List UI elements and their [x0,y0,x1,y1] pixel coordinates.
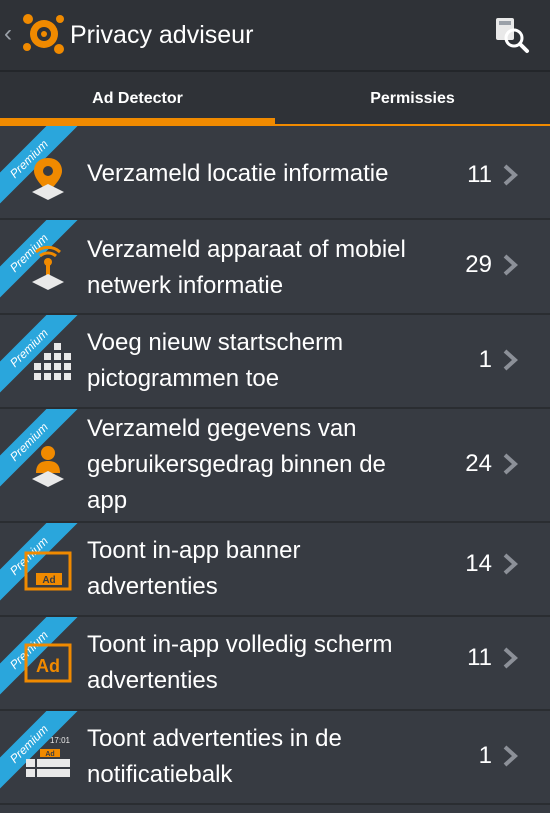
list-item[interactable]: Premium Ad Toont in-app volledig scherm … [0,617,550,711]
item-count: 11 [467,644,492,671]
item-count: 24 [465,450,492,477]
chevron-right-icon [503,349,518,371]
page-title: Privacy adviseur [70,21,254,49]
item-count: 29 [465,251,492,278]
location-pin-icon [32,158,64,200]
svg-text:Ad: Ad [36,656,60,676]
item-label: Toont in-app volledig scherm advertentie… [87,631,393,694]
user-icon [32,446,64,487]
item-count: 1 [478,346,492,373]
item-label: Verzameld locatie informatie [87,160,389,187]
svg-text:17:01: 17:01 [50,736,71,745]
network-antenna-icon [32,245,64,290]
list-item[interactable]: Premium Verzameld apparaat of mobiel net… [0,220,550,315]
app-grid-icon [34,343,71,380]
chevron-right-icon [503,745,518,767]
ad-banner-icon: Ad [24,551,72,591]
ad-fullscreen-icon: Ad [24,643,72,683]
tab-permissies[interactable]: Permissies [275,72,550,126]
action-bar: ‹ Privacy adviseur [0,0,550,72]
list-item[interactable]: Premium Ad Toont in-app banner advertent… [0,523,550,617]
notification-bar-icon: 17:01 Ad [26,736,71,777]
item-count: 11 [467,161,492,188]
svg-text:Ad: Ad [42,575,55,586]
item-label: Toont in-app banner advertenties [87,537,301,600]
item-count: 1 [478,742,492,769]
back-chevron-icon[interactable]: ‹ [4,20,16,48]
list-item[interactable]: Premium Verzameld gegevens van gebruiker… [0,409,550,523]
item-label: Verzameld apparaat of mobiel netwerk inf… [87,236,406,299]
detector-list: Premium Verzameld locatie informatie 11 … [0,126,550,805]
item-count: 14 [465,550,492,577]
list-item[interactable]: Premium Voeg nieuw startscherm pictogram… [0,315,550,409]
item-label: Toont advertenties in de notificatiebalk [87,725,342,788]
list-item[interactable]: Premium 17:01 Ad Toont advertenties in d… [0,711,550,805]
avast-logo-icon[interactable] [20,10,66,56]
list-item[interactable]: Premium Verzameld locatie informatie 11 [0,126,550,220]
svg-text:Ad: Ad [45,751,54,758]
chevron-right-icon [503,164,518,186]
chevron-right-icon [503,453,518,475]
scan-magnifier-icon[interactable] [490,14,530,54]
item-label: Voeg nieuw startscherm pictogrammen toe [87,329,344,392]
item-label: Verzameld gegevens van gebruikersgedrag … [87,415,386,514]
chevron-right-icon [503,254,518,276]
active-tab-indicator [0,118,275,126]
chevron-right-icon [503,553,518,575]
chevron-right-icon [503,647,518,669]
